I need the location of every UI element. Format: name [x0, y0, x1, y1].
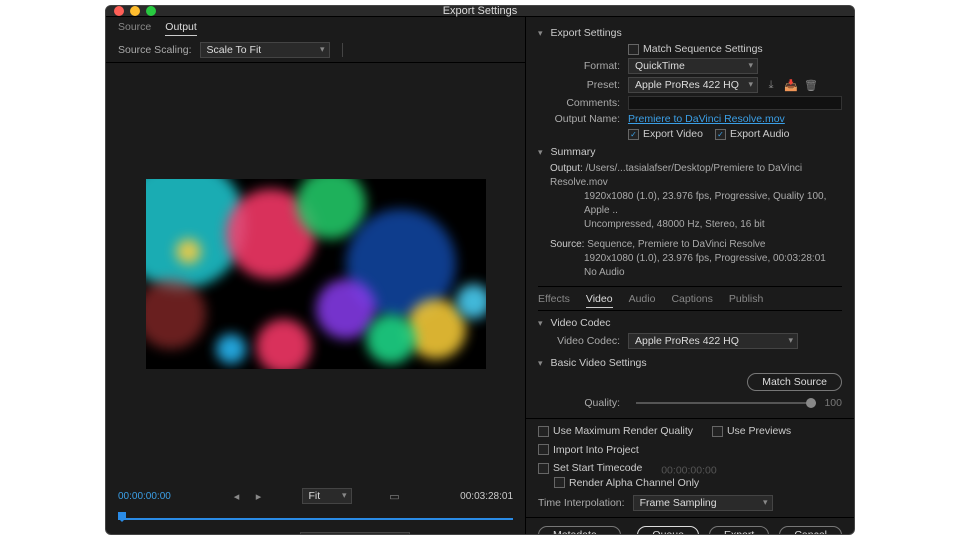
save-preset-icon[interactable]: ⤓	[764, 78, 778, 92]
preview-pane: Source Output Source Scaling: Scale To F…	[106, 17, 526, 535]
source-range-label: Source Range:	[221, 534, 291, 535]
titlebar: Export Settings	[106, 6, 854, 17]
video-codec-label: Video Codec:	[538, 335, 628, 347]
match-source-button[interactable]: Match Source	[747, 373, 842, 391]
tab-source[interactable]: Source	[118, 21, 151, 36]
basic-video-heading[interactable]: Basic Video Settings	[538, 357, 842, 369]
playhead[interactable]	[118, 512, 126, 522]
set-start-timecode-checkbox[interactable]: Set Start Timecode	[538, 462, 642, 474]
current-timecode[interactable]: 00:00:00:00	[118, 491, 171, 502]
start-timecode-value: 00:00:00:00	[661, 465, 716, 477]
timeline-track[interactable]	[118, 510, 513, 528]
summary-output: Output: /Users/...tasialafser/Desktop/Pr…	[538, 162, 842, 232]
cancel-button[interactable]: Cancel	[779, 526, 842, 535]
preset-label: Preset:	[538, 79, 628, 91]
export-audio-checkbox[interactable]: Export Audio	[715, 128, 790, 140]
format-select[interactable]: QuickTime	[628, 58, 758, 74]
quality-label: Quality:	[538, 397, 628, 409]
quality-slider[interactable]	[636, 402, 816, 404]
video-codec-heading[interactable]: Video Codec	[538, 317, 842, 329]
next-frame-button[interactable]: ▸	[252, 489, 266, 503]
source-scaling-select[interactable]: Scale To Fit	[200, 42, 330, 58]
summary-heading[interactable]: Summary	[538, 146, 842, 158]
zoom-fit-select[interactable]: Fit	[302, 488, 352, 504]
tab-audio[interactable]: Audio	[629, 293, 656, 308]
video-preview	[146, 179, 486, 369]
use-previews-checkbox[interactable]: Use Previews	[712, 425, 791, 437]
source-range-select[interactable]: Sequence In/Out	[300, 532, 410, 535]
duration-timecode: 00:03:28:01	[460, 491, 513, 502]
export-button[interactable]: Export	[709, 526, 769, 535]
time-interpolation-select[interactable]: Frame Sampling	[633, 495, 773, 511]
delete-preset-icon[interactable]: 🗑	[804, 78, 818, 92]
output-name-label: Output Name:	[538, 113, 628, 125]
render-alpha-checkbox[interactable]: Render Alpha Channel Only	[554, 477, 699, 489]
output-name-link[interactable]: Premiere to DaVinci Resolve.mov	[628, 113, 785, 125]
export-video-checkbox[interactable]: Export Video	[628, 128, 703, 140]
import-into-project-checkbox[interactable]: Import Into Project	[538, 444, 639, 456]
tab-video[interactable]: Video	[586, 293, 613, 308]
prev-frame-button[interactable]: ◂	[230, 489, 244, 503]
format-label: Format:	[538, 60, 628, 72]
summary-source: Source: Sequence, Premiere to DaVinci Re…	[538, 238, 842, 280]
tab-output[interactable]: Output	[165, 21, 197, 36]
tab-publish[interactable]: Publish	[729, 293, 763, 308]
export-settings-heading[interactable]: Export Settings	[538, 27, 842, 39]
preset-select[interactable]: Apple ProRes 422 HQ	[628, 77, 758, 93]
window-title: Export Settings	[106, 5, 854, 17]
use-max-render-checkbox[interactable]: Use Maximum Render Quality	[538, 425, 693, 437]
time-interpolation-label: Time Interpolation:	[538, 497, 625, 509]
comments-label: Comments:	[538, 97, 628, 109]
metadata-button[interactable]: Metadata...	[538, 526, 621, 535]
import-preset-icon[interactable]: 📥	[784, 78, 798, 92]
queue-button[interactable]: Queue	[637, 526, 699, 535]
comments-input[interactable]	[628, 96, 842, 110]
source-scaling-label: Source Scaling:	[118, 44, 192, 56]
tab-captions[interactable]: Captions	[671, 293, 712, 308]
quality-value: 100	[824, 397, 842, 409]
tab-effects[interactable]: Effects	[538, 293, 570, 308]
aspect-correction-button[interactable]: ▭	[388, 489, 402, 503]
export-settings-window: Export Settings Source Output Source Sca…	[105, 5, 855, 535]
match-sequence-checkbox[interactable]: Match Sequence Settings	[628, 43, 763, 55]
video-codec-select[interactable]: Apple ProRes 422 HQ	[628, 333, 798, 349]
